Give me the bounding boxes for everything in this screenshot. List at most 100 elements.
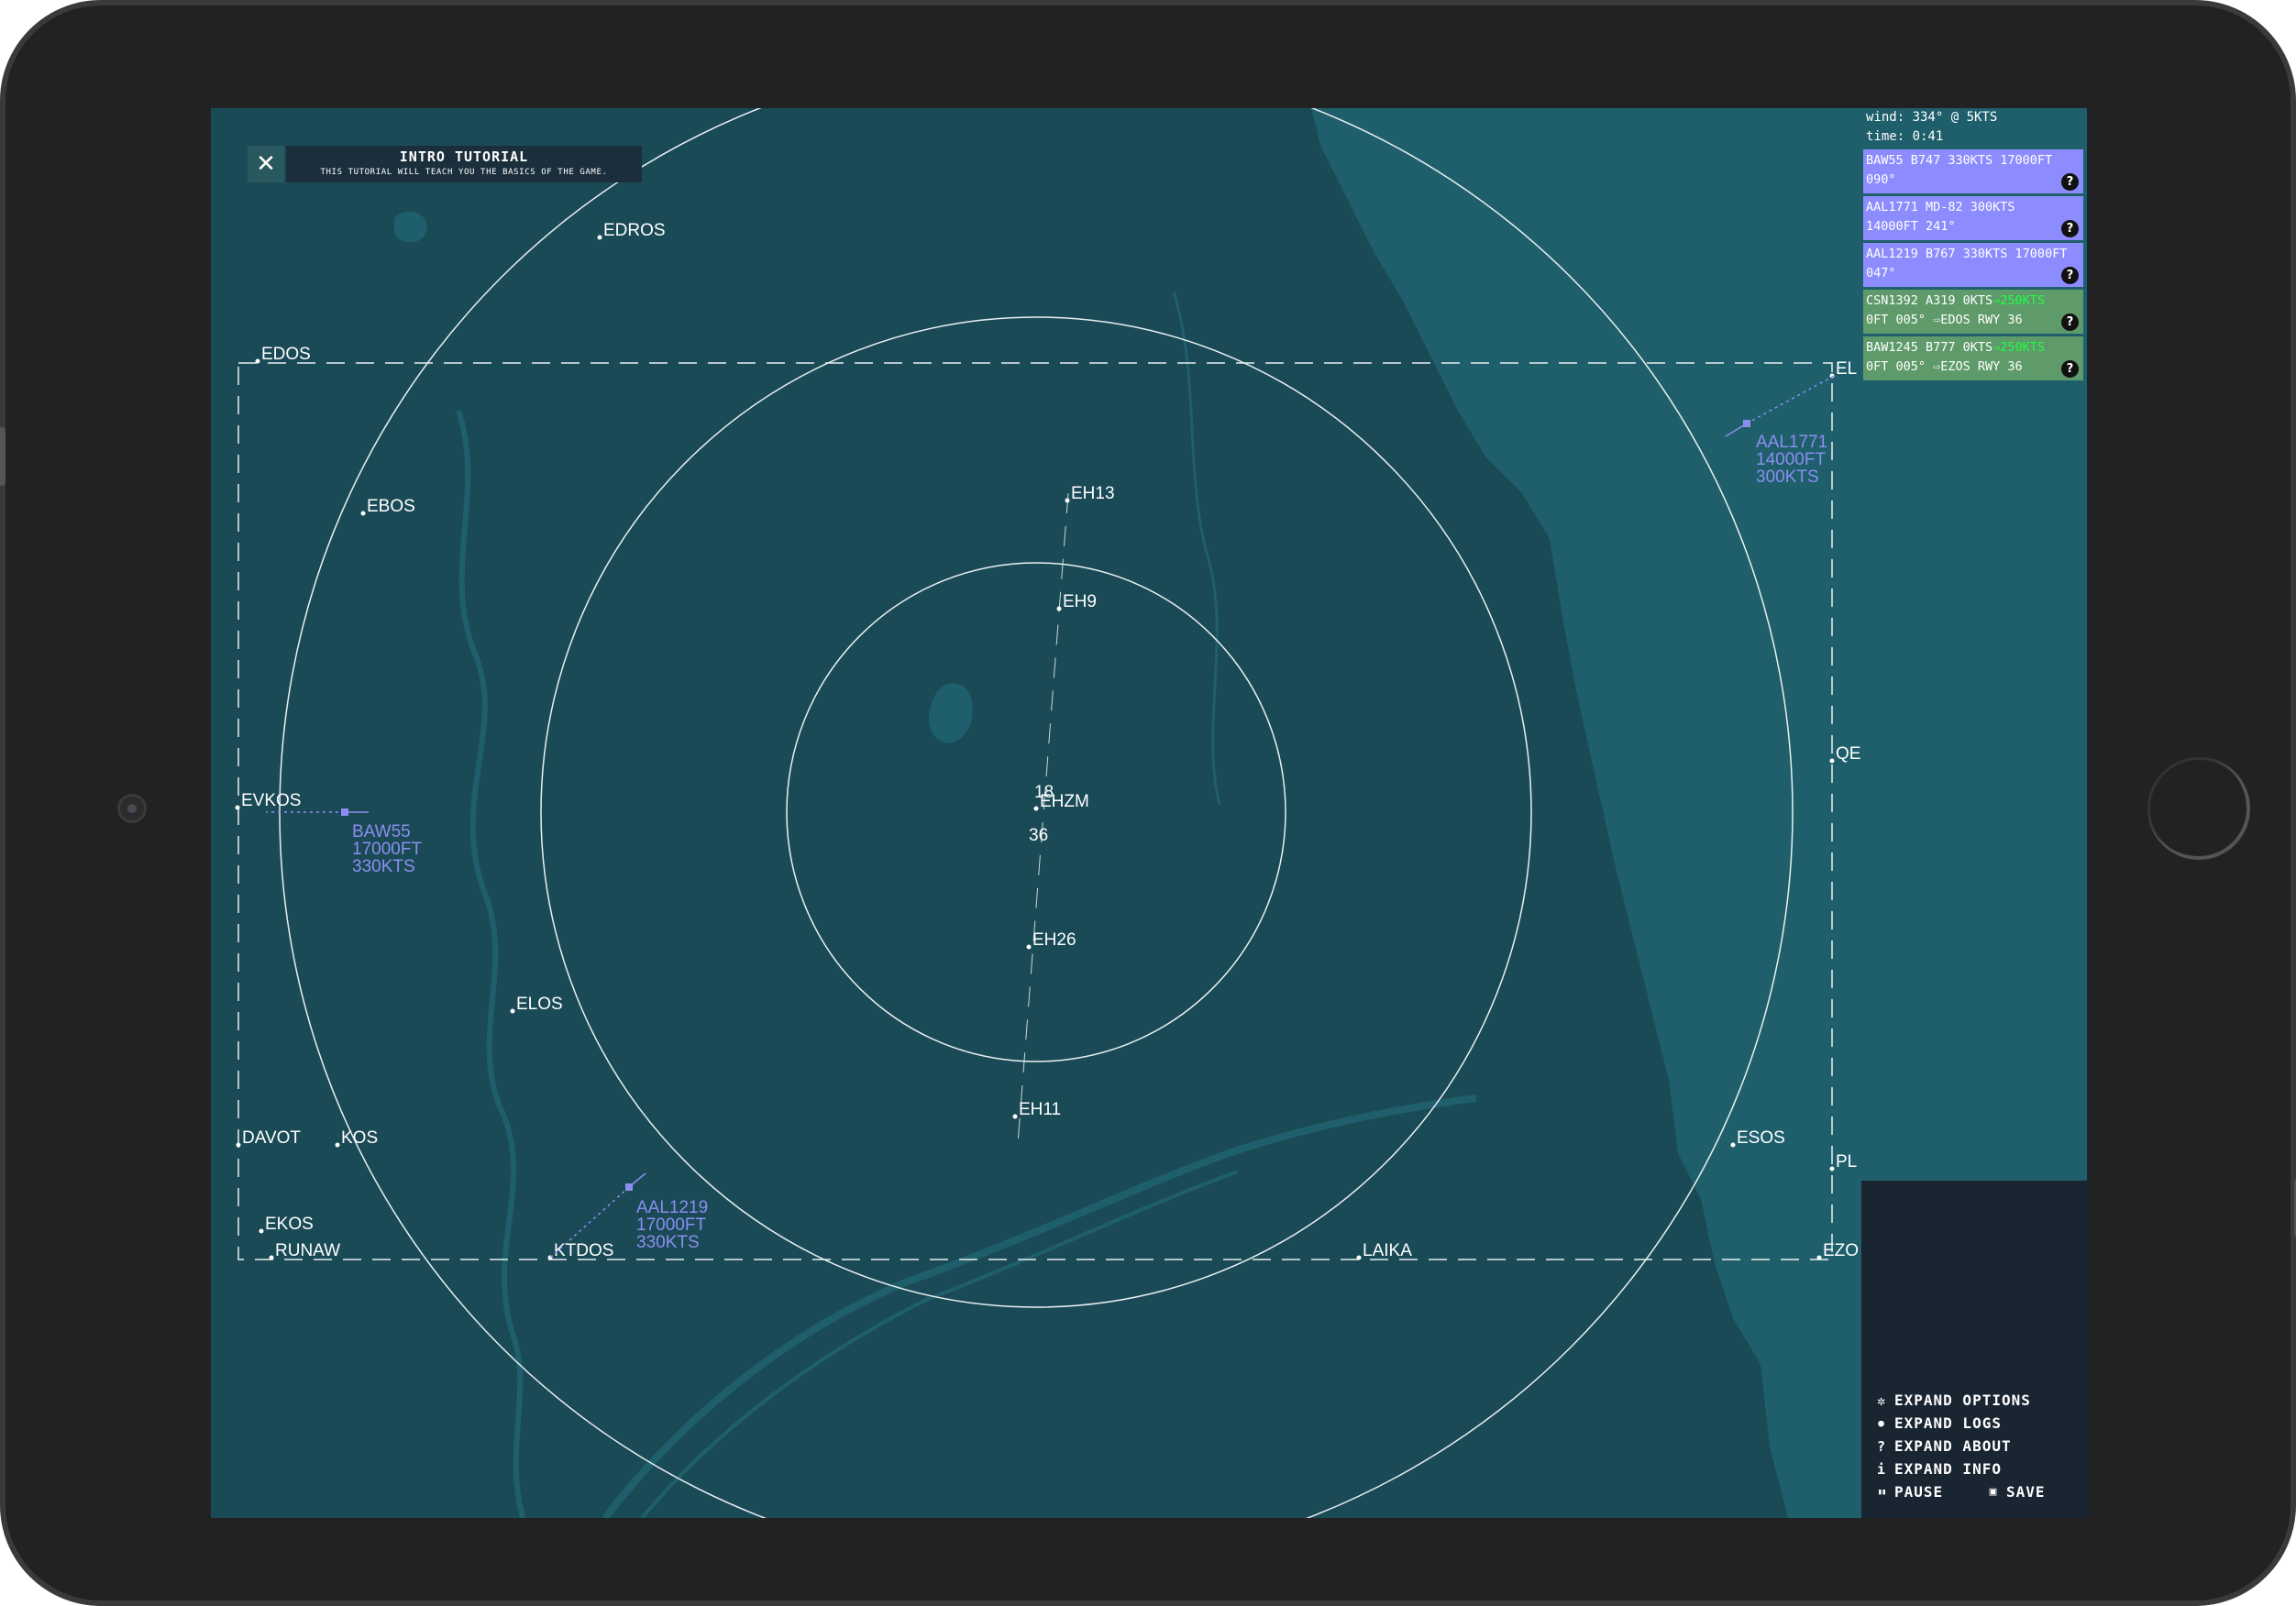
expand-options-label: EXPAND OPTIONS	[1894, 1392, 2031, 1409]
save-label: SAVE	[2006, 1483, 2046, 1501]
runway-centerline	[1017, 492, 1069, 1145]
fix-marker	[259, 1228, 264, 1234]
expand-about-button[interactable]: ? EXPAND ABOUT	[1871, 1437, 2012, 1455]
pause-button[interactable]: ▮▮ PAUSE	[1871, 1483, 1943, 1501]
sidebar: wind: 334° @ 5KTS time: 0:41 BAW55 B747 …	[1861, 108, 2089, 1518]
fix-label: EH26	[1032, 930, 1076, 950]
fix-label: EKOS	[265, 1215, 314, 1234]
fix-label: EL	[1836, 359, 1857, 379]
strip-text: CSN1392 A319 0KTS	[1866, 293, 1993, 308]
departure-strip[interactable]: CSN1392 A319 0KTS⇒250KTS 0FT 005° ⇨EDOS R…	[1863, 290, 2083, 334]
aircraft-target[interactable]: BAW5517000FT330KTS	[266, 808, 422, 876]
expand-about-label: EXPAND ABOUT	[1894, 1437, 2012, 1455]
expand-options-button[interactable]: ✲ EXPAND OPTIONS	[1871, 1392, 2031, 1409]
aircraft-symbol[interactable]	[341, 808, 348, 816]
strip-line-1: AAL1219 B767 330KTS 17000FT	[1866, 245, 2083, 264]
expand-logs-button[interactable]: ● EXPAND LOGS	[1871, 1414, 2002, 1432]
strip-line-1: CSN1392 A319 0KTS⇒250KTS	[1866, 292, 2083, 311]
aircraft-label: 14000FT	[1756, 450, 1826, 469]
lake	[394, 211, 427, 243]
strip-line-2: 14000FT 241°	[1866, 219, 1956, 234]
aircraft-symbol[interactable]	[1743, 420, 1750, 427]
aircraft-label: 300KTS	[1756, 468, 1819, 487]
side-button-upper	[0, 427, 6, 486]
camera-icon	[117, 794, 147, 823]
arrival-strip[interactable]: BAW55 B747 330KTS 17000FT 090°?	[1863, 149, 2083, 193]
strip-target-speed: ⇒250KTS	[1992, 340, 2046, 355]
strip-line-1: BAW55 B747 330KTS 17000FT	[1866, 151, 2083, 170]
aircraft-label: 17000FT	[352, 840, 422, 859]
tutorial-subtitle: THIS TUTORIAL WILL TEACH YOU THE BASICS …	[320, 168, 608, 177]
help-icon[interactable]: ?	[2061, 173, 2079, 191]
save-button[interactable]: ▣ SAVE	[1982, 1483, 2046, 1501]
strip-text: AAL1771 MD-82 300KTS	[1866, 200, 2015, 214]
game-screen: EDROS EDOS EBOS EVKOS ELOS DAVOT KOS EKOS RUNAW K…	[211, 108, 2089, 1518]
tutorial-title: INTRO TUTORIAL	[399, 148, 529, 165]
fix-marker	[510, 1008, 515, 1014]
fix-label: EVKOS	[241, 791, 301, 810]
fix-marker	[269, 1255, 274, 1260]
tutorial-banner[interactable]: INTRO TUTORIAL THIS TUTORIAL WILL TEACH …	[286, 146, 642, 182]
aircraft-label: 330KTS	[352, 857, 415, 876]
home-button[interactable]	[2147, 757, 2250, 860]
fix-marker	[1012, 1114, 1018, 1119]
departure-strip[interactable]: BAW1245 B777 0KTS⇒250KTS 0FT 005° ⇨EZOS R…	[1863, 336, 2083, 380]
strip-line-1: BAW1245 B777 0KTS⇒250KTS	[1866, 338, 2083, 358]
fix-marker	[1033, 806, 1039, 811]
river	[602, 1094, 1477, 1518]
fix-marker	[1065, 498, 1070, 503]
aircraft-symbol[interactable]	[625, 1183, 633, 1191]
fix-marker	[1829, 758, 1835, 764]
chat-icon: ●	[1878, 1417, 1885, 1429]
fix-label: ESOS	[1737, 1128, 1785, 1148]
time-readout: time: 0:41	[1866, 129, 1944, 144]
strip-text: BAW55 B747 330KTS 17000FT	[1866, 153, 2053, 168]
fix-label: PL	[1836, 1152, 1857, 1172]
gear-icon: ✲	[1876, 1392, 1887, 1409]
save-icon: ▣	[1989, 1485, 1998, 1499]
fix-marker	[1056, 606, 1062, 611]
strip-target-speed: ⇒250KTS	[1992, 293, 2046, 308]
radar-svg[interactable]: EDROS EDOS EBOS EVKOS ELOS DAVOT KOS EKOS RUNAW K…	[211, 108, 1861, 1518]
aircraft-label: AAL1219	[636, 1198, 708, 1217]
strip-panel: wind: 334° @ 5KTS time: 0:41 BAW55 B747 …	[1861, 108, 2087, 1181]
radar-map[interactable]: EDROS EDOS EBOS EVKOS ELOS DAVOT KOS EKOS RUNAW K…	[211, 108, 1861, 1518]
fix-label: EH11	[1019, 1100, 1061, 1119]
expand-info-button[interactable]: i EXPAND INFO	[1871, 1460, 2002, 1478]
arrival-strip[interactable]: AAL1219 B767 330KTS 17000FT 047°?	[1863, 243, 2083, 287]
help-icon[interactable]: ?	[2061, 360, 2079, 378]
expand-info-label: EXPAND INFO	[1894, 1460, 2002, 1478]
expand-logs-label: EXPAND LOGS	[1894, 1414, 2002, 1432]
river	[456, 410, 525, 1518]
range-ring-inner	[786, 562, 1286, 1062]
tutorial-close-button[interactable]: ✕	[248, 146, 284, 182]
arrival-strip[interactable]: AAL1771 MD-82 300KTS 14000FT 241°?	[1863, 196, 2083, 240]
fix-label: EDOS	[261, 345, 311, 364]
strip-line-2: 0FT 005° ⇨EDOS RWY 36	[1866, 313, 2023, 327]
fix-marker	[1356, 1255, 1362, 1260]
strip-text: BAW1245 B777 0KTS	[1866, 340, 1993, 355]
fix-label: LAIKA	[1363, 1241, 1412, 1260]
fix-label: QE	[1836, 744, 1860, 764]
sea-area	[1311, 108, 1861, 1518]
fix-marker	[360, 511, 366, 516]
info-icon: i	[1876, 1460, 1887, 1478]
fix-marker	[236, 1142, 241, 1148]
strip-line-2: 047°	[1866, 266, 1896, 280]
fix-marker	[255, 358, 260, 364]
fix-marker	[1816, 1255, 1822, 1260]
aircraft-label: 17000FT	[636, 1216, 706, 1235]
question-icon: ?	[1876, 1437, 1887, 1455]
help-icon[interactable]: ?	[2061, 314, 2079, 331]
pause-label: PAUSE	[1894, 1483, 1944, 1501]
help-icon[interactable]: ?	[2061, 220, 2079, 237]
fix-label: KTDOS	[554, 1241, 613, 1260]
wind-readout: wind: 334° @ 5KTS	[1866, 110, 1998, 125]
fix-label: ELOS	[516, 995, 563, 1014]
help-icon[interactable]: ?	[2061, 267, 2079, 284]
aircraft-label: 330KTS	[636, 1233, 700, 1252]
fix-label: EH9	[1063, 592, 1097, 611]
strip-line-1: AAL1771 MD-82 300KTS	[1866, 198, 2083, 217]
river	[640, 1170, 1239, 1518]
fix-label: EBOS	[367, 497, 415, 516]
